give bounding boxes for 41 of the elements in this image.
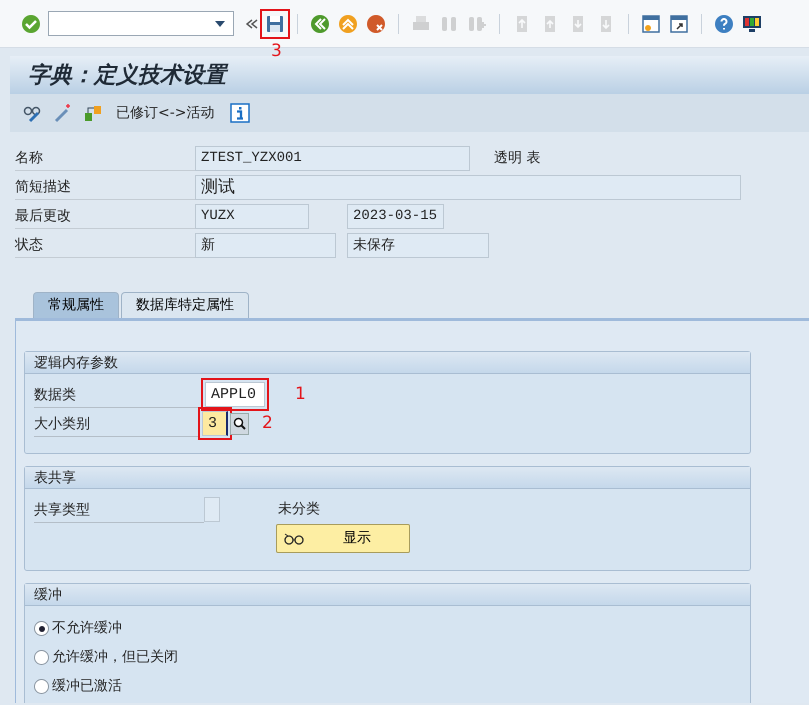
annotation-number: 2 (262, 412, 273, 435)
radio-button[interactable] (34, 679, 49, 694)
input-field[interactable]: 新 (195, 233, 336, 258)
table-type-text: 透明 表 (494, 149, 540, 168)
back-icon[interactable] (309, 12, 331, 34)
dropdown-icon[interactable] (215, 20, 225, 26)
shortcut-icon[interactable] (668, 12, 690, 34)
status-text: 未分类 (278, 500, 320, 519)
input-field[interactable]: 未保存 (347, 233, 489, 258)
annotation-number: 3 (271, 42, 282, 60)
field-label: 数据类 (34, 382, 199, 408)
new-window-icon[interactable] (640, 12, 662, 34)
command-field[interactable] (48, 11, 234, 36)
compare-button[interactable]: 已修订<->活动 (116, 102, 215, 124)
group-title: 缓冲 (34, 587, 62, 603)
radio-button[interactable] (34, 621, 49, 636)
check-icon[interactable] (20, 12, 42, 34)
exit-icon[interactable] (337, 12, 359, 34)
help-icon[interactable] (713, 12, 735, 34)
radio-option[interactable]: 不允许缓冲 (34, 614, 122, 643)
radio-option[interactable]: 缓冲已激活 (34, 672, 122, 701)
collapse-icon[interactable] (246, 18, 258, 28)
tab[interactable]: 常规属性 (33, 292, 119, 318)
screen-title: 字典：定义技术设置 (28, 58, 226, 92)
search-icon (233, 417, 246, 430)
group-title: 逻辑内存参数 (34, 355, 118, 371)
search-help-button[interactable] (230, 412, 249, 434)
radio-option[interactable]: 允许缓冲，但已关闭 (34, 643, 178, 672)
input-field[interactable]: 测试 (195, 175, 741, 200)
annotation-number: 1 (295, 382, 306, 406)
info-icon[interactable] (228, 102, 251, 124)
group-title: 表共享 (34, 470, 76, 486)
input-field[interactable]: YUZX (195, 204, 309, 229)
input-field[interactable]: ZTEST_YZX001 (195, 146, 470, 171)
display-button[interactable]: 显示 (276, 524, 410, 553)
cancel-icon[interactable] (365, 12, 387, 34)
input-field[interactable]: 2023-03-15 (347, 204, 444, 229)
glasses-icon (283, 532, 305, 546)
radio-button[interactable] (34, 650, 49, 665)
tab[interactable]: 数据库特定属性 (121, 292, 249, 318)
input-field[interactable] (204, 497, 220, 522)
